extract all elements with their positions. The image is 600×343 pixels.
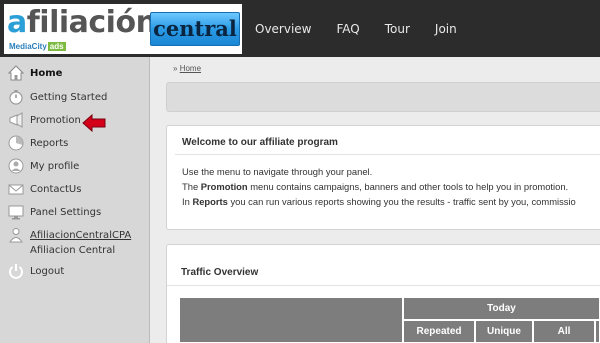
table-header-repeated[interactable]: Repeated <box>403 320 475 343</box>
reports-keyword: Reports <box>192 196 228 207</box>
breadcrumb-separator: » <box>173 64 178 73</box>
nav-faq[interactable]: FAQ <box>337 22 360 36</box>
logo-letter-a: a <box>7 5 27 40</box>
pie-chart-icon <box>8 135 24 151</box>
logo-ads-badge: ads <box>47 42 66 51</box>
sidebar-label-promotion: Promotion <box>30 115 81 126</box>
promotion-keyword: Promotion <box>200 181 248 192</box>
welcome-panel: Welcome to our affiliate program Use the… <box>166 125 600 230</box>
sidebar-item-logout[interactable]: Logout <box>8 263 64 279</box>
welcome-line-2-prefix: The <box>182 181 201 192</box>
table-header-unique[interactable]: Unique <box>475 320 533 343</box>
person-icon <box>9 228 23 243</box>
sidebar-label-reports: Reports <box>30 138 69 149</box>
table-header-overflow <box>595 320 600 343</box>
welcome-line-3-prefix: In <box>182 196 193 207</box>
table-header-today: Today <box>403 297 600 320</box>
monitor-icon <box>8 205 24 220</box>
megaphone-icon <box>9 112 23 128</box>
site-logo[interactable]: afiliación MediaCity ads central <box>4 4 242 54</box>
pointer-arrow-icon <box>82 114 106 132</box>
logo-wordmark: afiliación <box>7 5 157 40</box>
top-bar: afiliación MediaCity ads central Overview… <box>0 0 600 57</box>
sidebar-label-home: Home <box>30 68 63 79</box>
logo-subtitle: MediaCity ads <box>9 42 66 52</box>
breadcrumb-home-link[interactable]: Home <box>180 64 201 73</box>
welcome-title: Welcome to our affiliate program <box>182 137 338 148</box>
sidebar-item-afiliacion-central[interactable]: AfiliacionCentralCPA Afiliacion Central <box>8 227 131 258</box>
logo-central-text: central <box>153 16 237 41</box>
home-icon <box>8 65 24 81</box>
sidebar-item-contactus[interactable]: ContactUs <box>8 181 81 197</box>
logo-central-badge: central <box>150 12 240 46</box>
logo-subtitle-text: MediaCity <box>9 42 47 51</box>
nav-tour[interactable]: Tour <box>385 22 410 36</box>
toolbar-strip <box>166 82 600 112</box>
nav-overview[interactable]: Overview <box>255 22 312 36</box>
sidebar-label-afiliacion-central: Afiliacion Central <box>30 245 116 256</box>
user-icon <box>8 158 24 174</box>
top-navigation: Overview FAQ Tour Join <box>255 0 482 57</box>
nav-join[interactable]: Join <box>435 22 457 36</box>
logo-word: filiación <box>26 5 157 40</box>
sidebar-item-promotion[interactable]: Promotion <box>8 112 81 128</box>
breadcrumb: » Home <box>173 64 201 73</box>
sidebar-label-logout: Logout <box>30 266 65 277</box>
welcome-line-1: Use the menu to navigate through your pa… <box>182 166 373 177</box>
sidebar-item-reports[interactable]: Reports <box>8 135 68 151</box>
welcome-line-3-text: you can run various reports showing you … <box>227 196 576 207</box>
table-header-blank <box>179 297 403 343</box>
table-header-all[interactable]: All <box>533 320 595 343</box>
divider <box>175 154 600 155</box>
sidebar-item-my-profile[interactable]: My profile <box>8 158 79 174</box>
stopwatch-icon <box>9 90 23 105</box>
welcome-line-2-text: menu contains campaigns, banners and oth… <box>247 181 569 192</box>
traffic-overview-title: Traffic Overview <box>181 267 259 278</box>
divider <box>167 285 600 286</box>
sidebar-label-my-profile: My profile <box>30 161 80 172</box>
sidebar-label-contactus: ContactUs <box>30 184 82 195</box>
sidebar-label-panel-settings: Panel Settings <box>30 207 102 218</box>
welcome-line-3: In Reports you can run various reports s… <box>182 196 576 207</box>
power-icon <box>9 264 23 279</box>
sidebar: Home Getting Started Promotion Reports M… <box>0 57 150 343</box>
welcome-line-2: The Promotion menu contains campaigns, b… <box>182 181 568 192</box>
sidebar-item-panel-settings[interactable]: Panel Settings <box>8 204 101 220</box>
mail-icon <box>8 184 24 195</box>
sidebar-item-home[interactable]: Home <box>8 65 62 81</box>
sidebar-label-afiliacioncentralcpa: AfiliacionCentralCPA <box>30 230 132 241</box>
sidebar-item-getting-started[interactable]: Getting Started <box>8 89 107 105</box>
sidebar-label-getting-started: Getting Started <box>30 92 108 103</box>
